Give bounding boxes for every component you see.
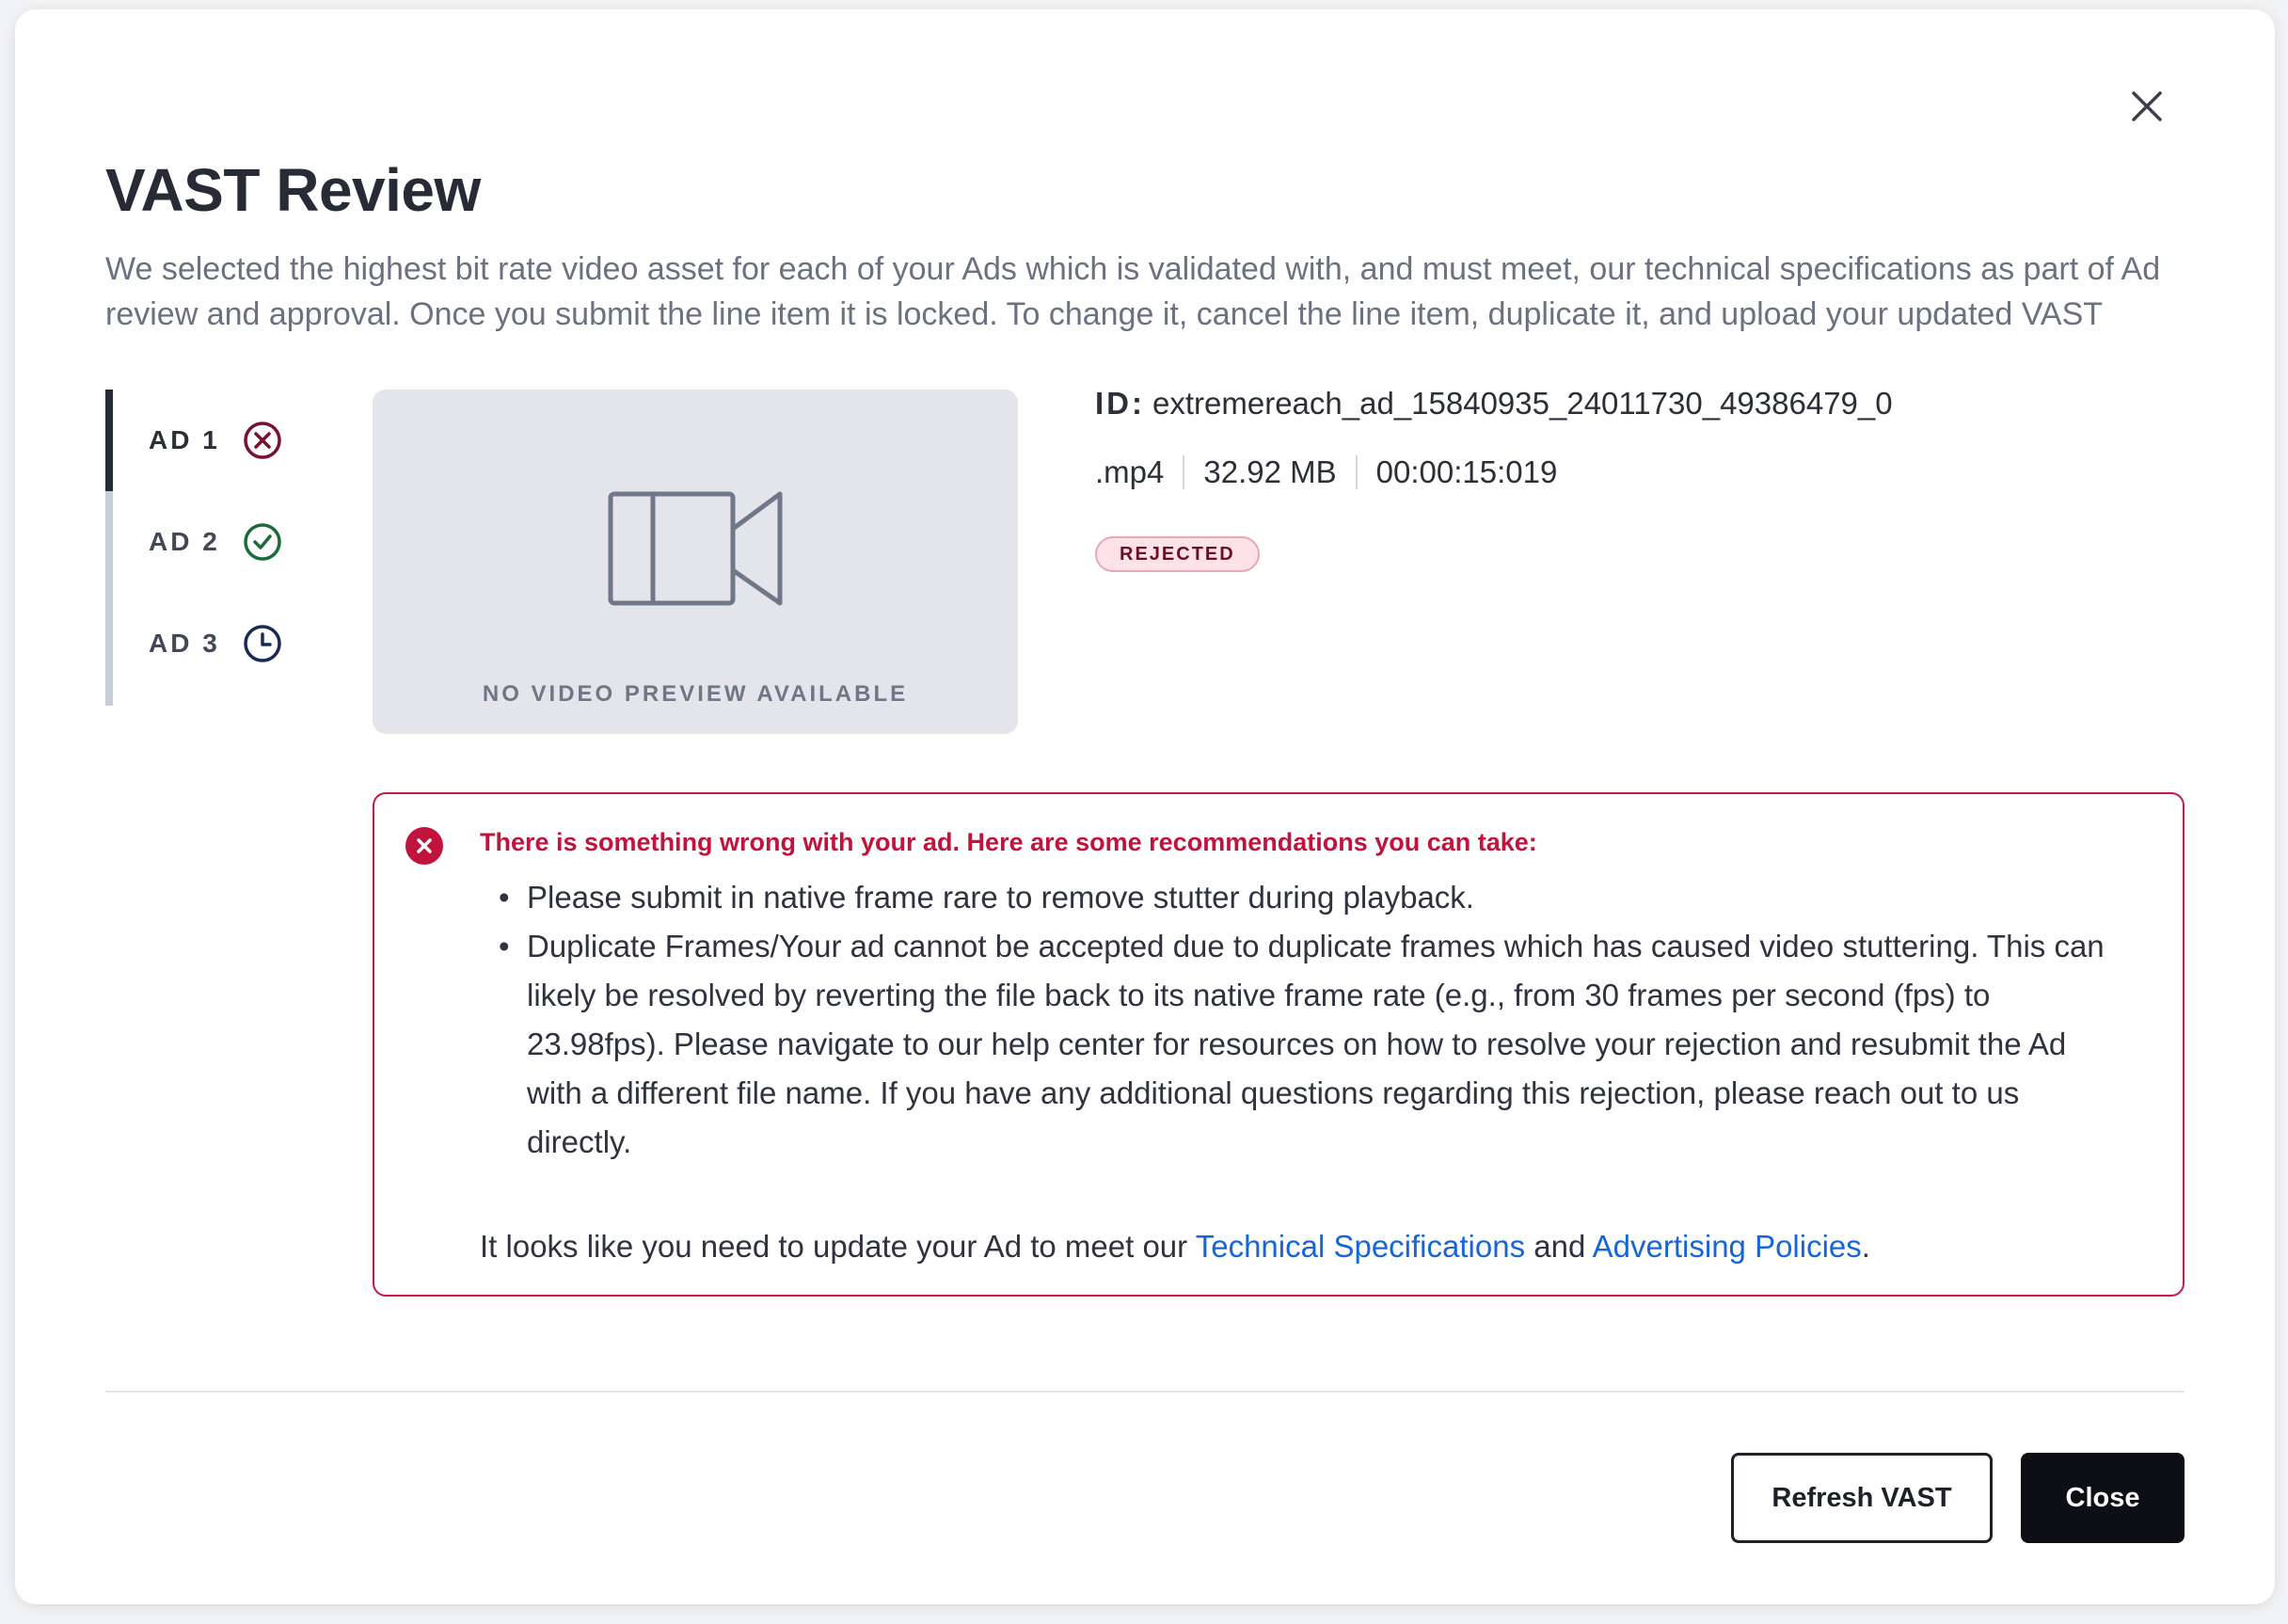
close-icon[interactable] [2125,85,2169,128]
meta-separator [1183,455,1185,489]
ad-item-2[interactable]: AD 2 [105,491,320,593]
dialog-description: We selected the highest bit rate video a… [105,251,2161,332]
ad-item-1[interactable]: AD 1 [105,390,320,491]
check-circle-icon [243,522,282,562]
alert-heading: There is something wrong with your ad. H… [480,828,1537,856]
dialog-title: VAST Review [105,156,481,224]
error-circle-icon [405,827,443,865]
asset-size: 32.92 MB [1203,454,1337,489]
asset-meta-row: .mp4 32.92 MB 00:00:15:019 [1095,454,1557,490]
ad-list: AD 1 AD 2 AD 3 [105,390,312,706]
asset-id: ID: extremereach_ad_15840935_24011730_493… [1095,386,1893,422]
error-alert: There is something wrong with your ad. H… [373,792,2185,1297]
recommendation-item: Duplicate Frames/Your ad cannot be accep… [499,922,2117,1167]
video-camera-icon [608,491,783,606]
asset-format: .mp4 [1095,454,1165,489]
refresh-vast-button[interactable]: Refresh VAST [1731,1453,1993,1543]
video-preview: NO VIDEO PREVIEW AVAILABLE [373,390,1018,734]
status-badge: REJECTED [1095,536,1260,572]
close-button[interactable]: Close [2021,1453,2185,1543]
advertising-policies-link[interactable]: Advertising Policies [1593,1229,1862,1264]
vast-review-dialog: VAST Review We selected the highest bit … [15,9,2275,1604]
footer-and: and [1525,1229,1593,1264]
alert-footer: It looks like you need to update your Ad… [480,1229,1870,1265]
footer-suffix: . [1861,1229,1870,1264]
footer-divider [105,1391,2185,1393]
ad-label: AD 2 [149,527,220,556]
asset-duration: 00:00:15:019 [1375,454,1558,489]
asset-id-value: extremereach_ad_15840935_24011730_493864… [1152,386,1893,421]
recommendation-list: Please submit in native frame rare to re… [499,873,2117,1167]
no-preview-label: NO VIDEO PREVIEW AVAILABLE [482,681,909,707]
technical-specifications-link[interactable]: Technical Specifications [1196,1229,1525,1264]
recommendation-item: Please submit in native frame rare to re… [499,873,2117,922]
ad-label: AD 3 [149,629,220,658]
ad-label: AD 1 [149,425,220,454]
ad-item-3[interactable]: AD 3 [105,593,320,694]
x-circle-icon [243,421,282,460]
meta-separator [1355,455,1358,489]
asset-id-label: ID: [1095,386,1145,421]
footer-prefix: It looks like you need to update your Ad… [480,1229,1196,1264]
clock-icon [243,624,282,663]
